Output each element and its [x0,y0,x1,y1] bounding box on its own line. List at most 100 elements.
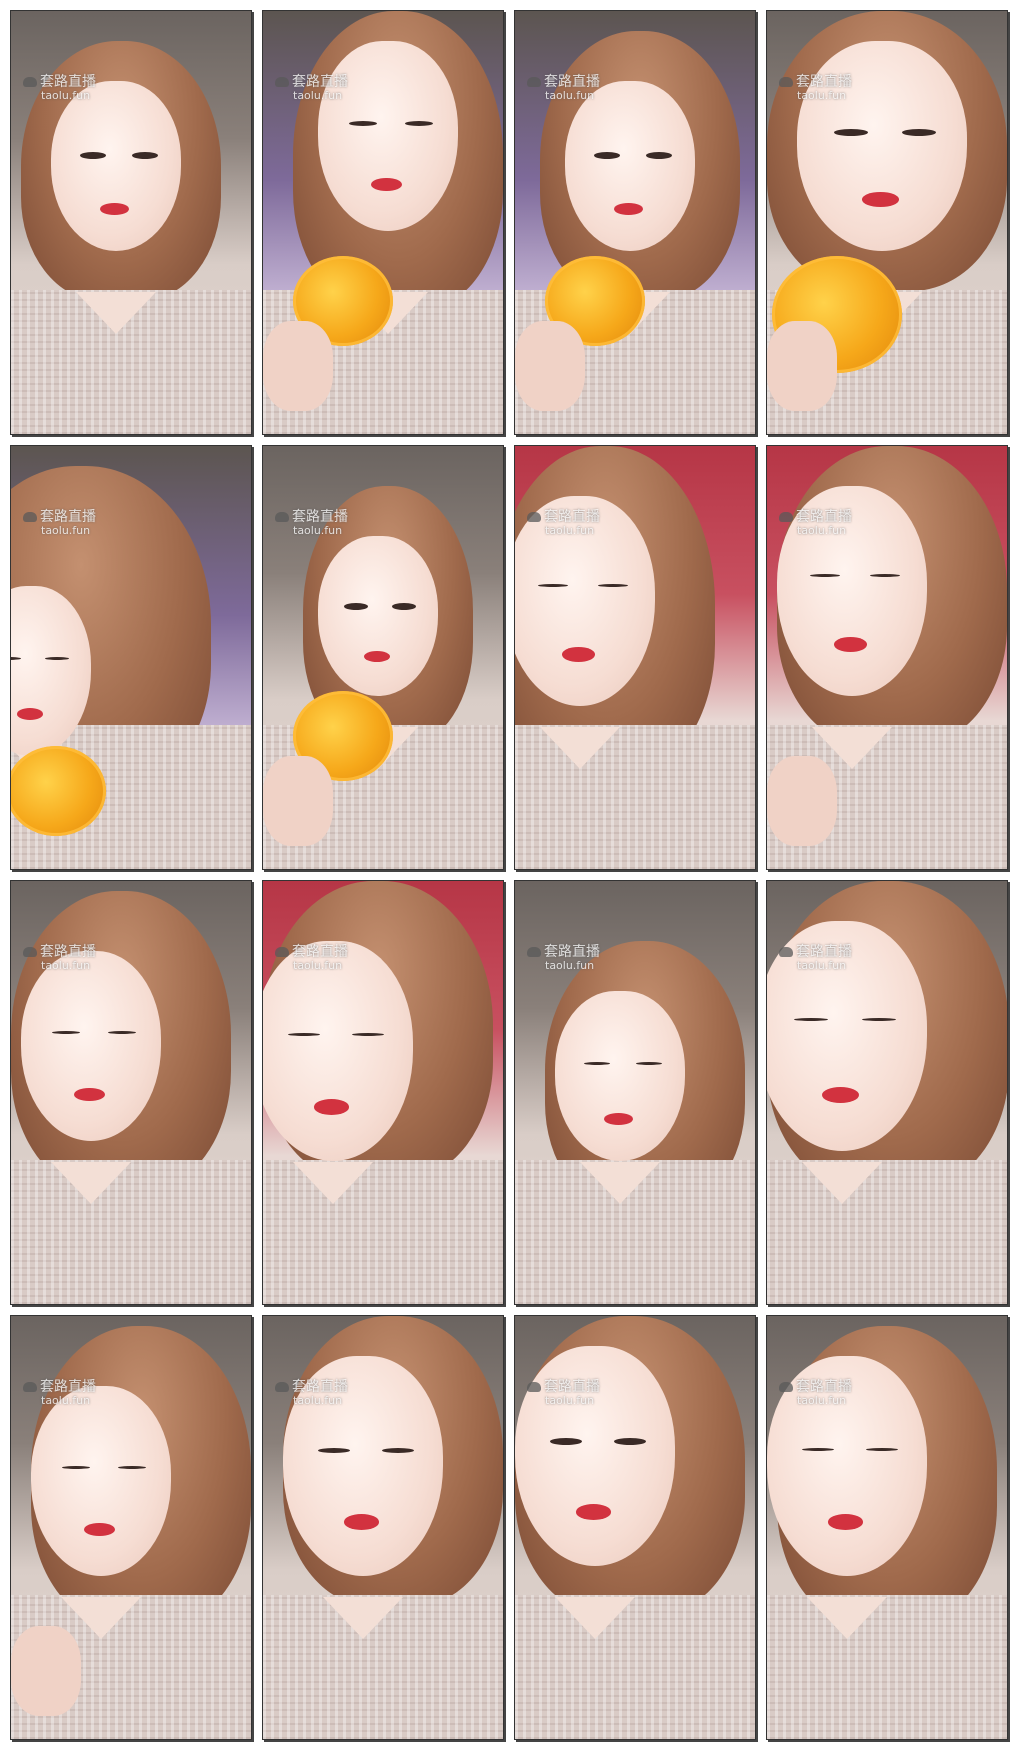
lips [575,1504,611,1520]
neckline [555,1596,635,1639]
watermark-domain: taolu.fun [797,1393,847,1407]
watermark: 套路直播 taolu.fun [275,510,348,536]
watermark: 套路直播 taolu.fun [23,75,96,101]
watermark-brand: 套路直播 [544,509,600,525]
neckline [580,1161,660,1204]
video-frame-thumbnail: 套路直播 taolu.fun [766,10,1008,435]
eye [794,1017,829,1021]
watermark-logo-icon [23,77,37,87]
watermark-domain: taolu.fun [797,88,847,102]
orange-plate [11,746,106,836]
watermark-domain: taolu.fun [545,1393,595,1407]
eye [348,120,377,126]
lips [343,1514,379,1530]
watermark-brand: 套路直播 [292,944,348,960]
neckline [61,1596,141,1639]
lips [74,1087,105,1102]
hand [263,321,333,411]
video-frame-thumbnail: 套路直播 taolu.fun [10,10,252,435]
video-frame-thumbnail: 套路直播 taolu.fun [514,880,756,1305]
watermark-brand: 套路直播 [796,944,852,960]
watermark: 套路直播 taolu.fun [275,945,348,971]
eye [404,120,433,126]
watermark-brand: 套路直播 [292,74,348,90]
watermark: 套路直播 taolu.fun [779,1380,852,1406]
hand [767,756,837,846]
watermark-logo-icon [527,947,541,957]
watermark: 套路直播 taolu.fun [527,75,600,101]
neckline [807,1596,887,1639]
watermark: 套路直播 taolu.fun [23,510,96,536]
watermark-logo-icon [275,1382,289,1392]
watermark-logo-icon [275,77,289,87]
watermark: 套路直播 taolu.fun [23,1380,96,1406]
neckline [76,291,156,334]
video-frame-thumbnail: 套路直播 taolu.fun [262,1315,504,1740]
face [31,1386,171,1576]
face [565,81,695,251]
video-frame-thumbnail: 套路直播 taolu.fun [514,1315,756,1740]
hand [515,321,585,411]
watermark-logo-icon [779,77,793,87]
neckline [323,1596,403,1639]
hand [767,321,837,411]
video-frame-thumbnail: 套路直播 taolu.fun [262,10,504,435]
watermark-logo-icon [527,512,541,522]
watermark: 套路直播 taolu.fun [527,1380,600,1406]
lips [861,192,899,207]
lips [834,637,867,652]
watermark-logo-icon [779,1382,793,1392]
watermark-logo-icon [23,512,37,522]
neckline [802,1161,882,1204]
sweater [515,1595,755,1739]
face [318,536,438,696]
watermark-domain: taolu.fun [41,1393,91,1407]
watermark-brand: 套路直播 [544,74,600,90]
lips [313,1099,349,1115]
watermark-brand: 套路直播 [292,509,348,525]
watermark: 套路直播 taolu.fun [779,75,852,101]
eye [61,1465,90,1469]
watermark-logo-icon [275,947,289,957]
face [797,41,967,251]
watermark-domain: taolu.fun [797,523,847,537]
watermark-domain: taolu.fun [293,523,343,537]
lips [84,1522,115,1537]
watermark-logo-icon [779,512,793,522]
watermark: 套路直播 taolu.fun [527,945,600,971]
watermark-brand: 套路直播 [544,944,600,960]
watermark: 套路直播 taolu.fun [779,510,852,536]
watermark-logo-icon [275,512,289,522]
hand [263,756,333,846]
watermark-domain: taolu.fun [41,958,91,972]
watermark: 套路直播 taolu.fun [275,1380,348,1406]
watermark-brand: 套路直播 [292,1379,348,1395]
eye [107,1030,136,1034]
watermark-domain: taolu.fun [545,88,595,102]
watermark-logo-icon [23,947,37,957]
video-frame-thumbnail: 套路直播 taolu.fun [10,1315,252,1740]
watermark-domain: taolu.fun [293,88,343,102]
face [21,951,161,1141]
lips [562,647,595,662]
watermark-domain: taolu.fun [41,88,91,102]
watermark: 套路直播 taolu.fun [23,945,96,971]
sweater [11,1160,251,1304]
watermark-domain: taolu.fun [293,958,343,972]
neckline [51,1161,131,1204]
watermark: 套路直播 taolu.fun [527,510,600,536]
watermark-domain: taolu.fun [797,958,847,972]
eye [51,1030,80,1034]
watermark-logo-icon [779,947,793,957]
lips [827,1514,863,1530]
watermark-domain: taolu.fun [545,958,595,972]
watermark-brand: 套路直播 [796,509,852,525]
neckline [293,1161,373,1204]
watermark-brand: 套路直播 [40,74,96,90]
video-frame-thumbnail: 套路直播 taolu.fun [262,880,504,1305]
watermark-brand: 套路直播 [544,1379,600,1395]
contact-sheet: 套路直播 taolu.fun 套路直播 taolu.fun 套路直播 taolu.fun 套… [0,0,1018,1754]
video-frame-thumbnail: 套路直播 taolu.fun [766,880,1008,1305]
eye [862,1017,897,1021]
watermark-logo-icon [527,77,541,87]
